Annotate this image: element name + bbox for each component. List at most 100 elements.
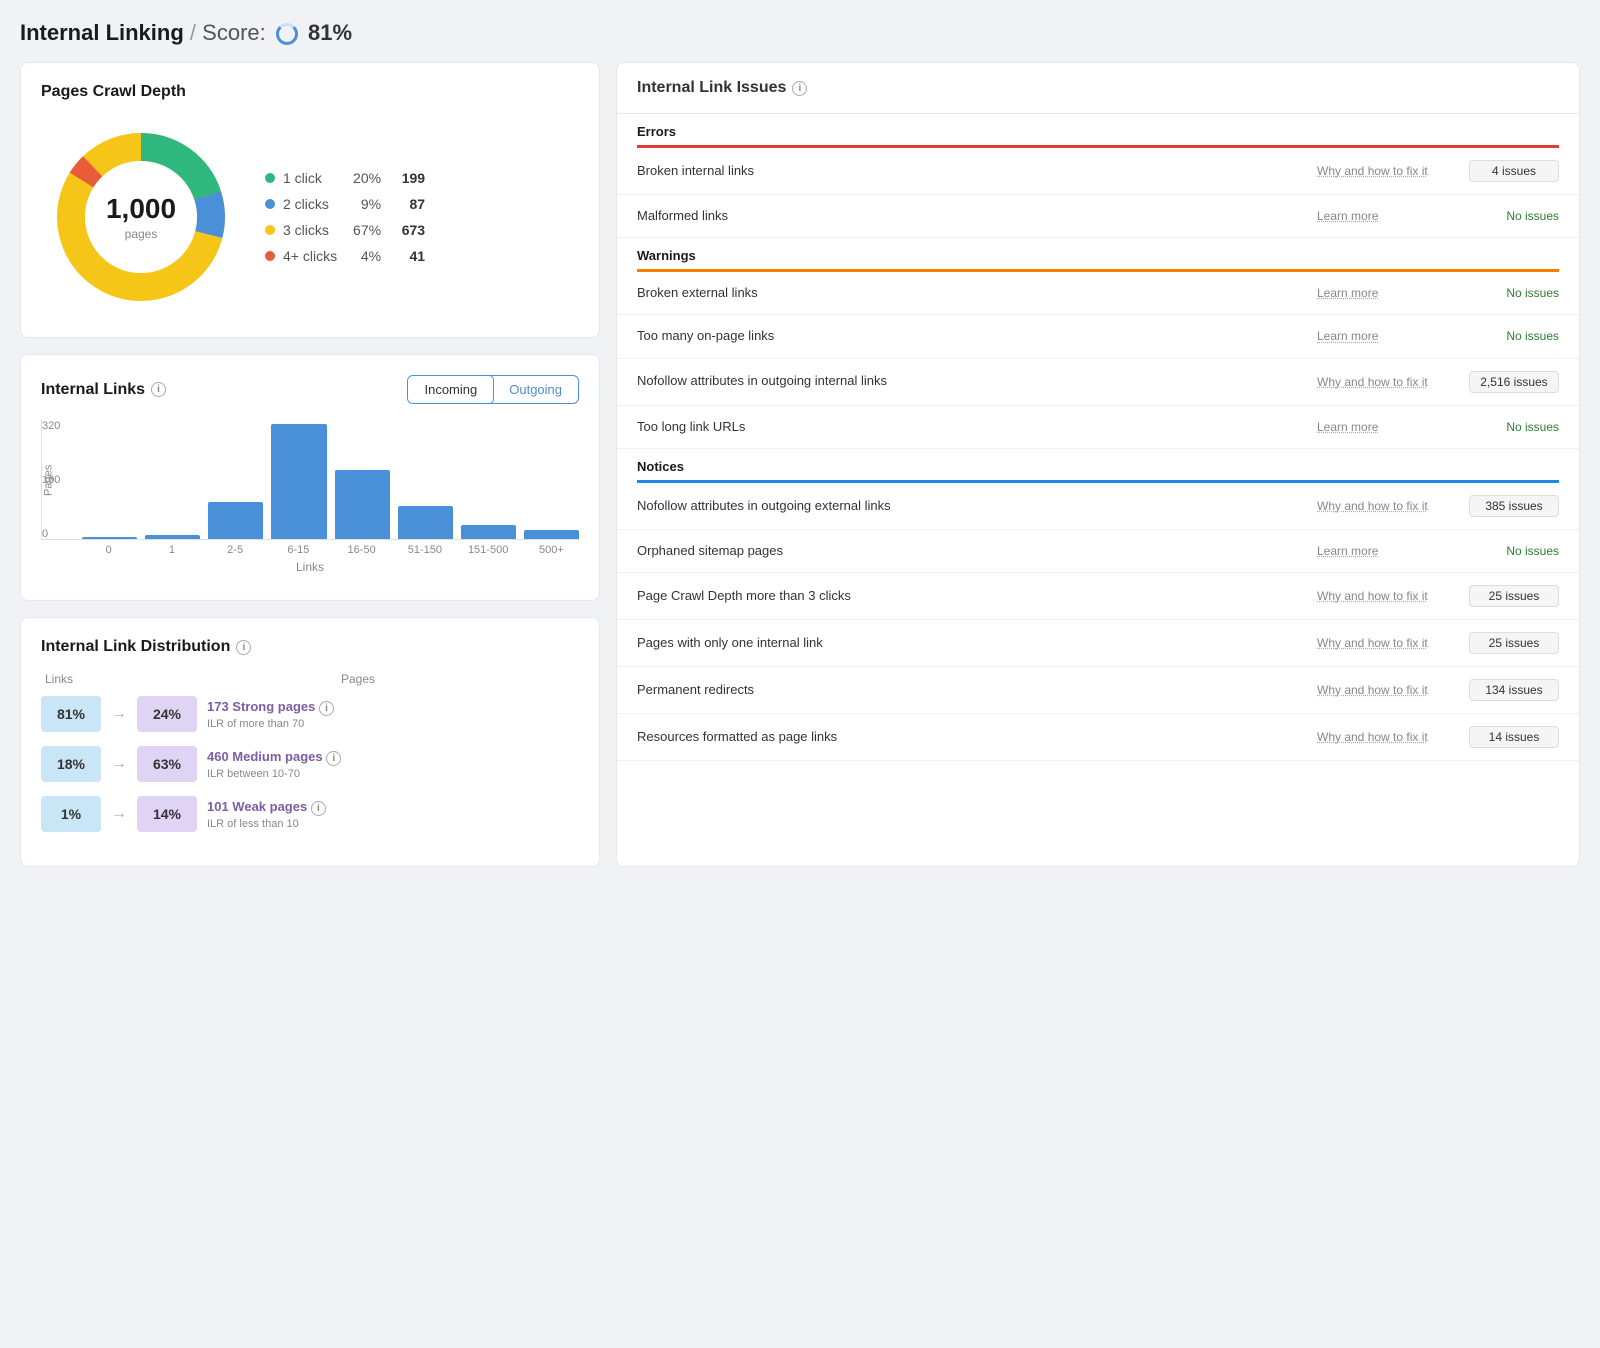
issues-info-icon[interactable]: i <box>792 81 807 96</box>
x-axis-label: 151-500 <box>461 544 516 556</box>
issue-name: Nofollow attributes in outgoing internal… <box>637 372 1305 390</box>
crawl-legend: 1 click 20% 199 2 clicks 9% 87 3 clicks … <box>265 170 425 264</box>
issue-name: Malformed links <box>637 207 1305 225</box>
section-label: Errors <box>617 114 1579 145</box>
bar-chart: 320 160 0 <box>41 420 579 540</box>
x-axis-title: Links <box>41 560 579 574</box>
issue-name: Broken internal links <box>637 162 1305 180</box>
internal-links-info-icon[interactable]: i <box>151 382 166 397</box>
crawl-depth-content: 1,000 pages 1 click 20% 199 2 clicks 9% … <box>41 117 579 317</box>
distribution-row: 81% → 24% 173 Strong pages i ILR of more… <box>41 696 579 732</box>
links-bar: 1% <box>41 796 101 832</box>
bar-item <box>82 537 137 539</box>
crawl-depth-title: Pages Crawl Depth <box>41 83 579 101</box>
issue-link[interactable]: Why and how to fix it <box>1317 375 1457 389</box>
legend-item: 1 click 20% 199 <box>265 170 425 186</box>
distribution-card: Internal Link Distribution i Links Pages… <box>20 617 600 867</box>
issue-name: Pages with only one internal link <box>637 634 1305 652</box>
issue-link[interactable]: Learn more <box>1317 420 1457 434</box>
issue-link[interactable]: Why and how to fix it <box>1317 589 1457 603</box>
issue-row: Orphaned sitemap pagesLearn moreNo issue… <box>617 530 1579 573</box>
legend-count: 41 <box>389 248 425 264</box>
issue-link[interactable]: Learn more <box>1317 544 1457 558</box>
dist-info-icon[interactable]: i <box>311 801 326 816</box>
issue-link[interactable]: Learn more <box>1317 286 1457 300</box>
distribution-title: Internal Link Distribution i <box>41 638 579 656</box>
legend-pct: 20% <box>345 170 381 186</box>
incoming-toggle[interactable]: Incoming <box>407 375 494 404</box>
crawl-depth-card: Pages Crawl Depth <box>20 62 600 338</box>
issue-status: No issues <box>1469 420 1559 434</box>
issue-link[interactable]: Why and how to fix it <box>1317 730 1457 744</box>
pages-bar: 14% <box>137 796 197 832</box>
score-circle-icon <box>276 23 298 45</box>
legend-label: 4+ clicks <box>283 248 337 264</box>
legend-item: 2 clicks 9% 87 <box>265 196 425 212</box>
y-axis-labels: 320 160 0 <box>42 420 60 540</box>
arrow-icon: → <box>111 805 127 823</box>
bar-item <box>208 502 263 539</box>
outgoing-toggle[interactable]: Outgoing <box>493 376 578 403</box>
dist-category-link[interactable]: 460 Medium pages i <box>207 749 341 766</box>
issue-row: Permanent redirects Why and how to fix it… <box>617 667 1579 714</box>
issue-badge[interactable]: 134 issues <box>1469 679 1559 701</box>
donut-chart: 1,000 pages <box>41 117 241 317</box>
issue-name: Broken external links <box>637 284 1305 302</box>
total-label: pages <box>125 227 158 241</box>
issue-link[interactable]: Why and how to fix it <box>1317 499 1457 513</box>
dist-headers: Links Pages <box>41 672 579 686</box>
total-pages: 1,000 <box>106 193 176 225</box>
dist-label: 460 Medium pages i ILR between 10-70 <box>207 749 341 780</box>
dist-info-icon[interactable]: i <box>319 701 334 716</box>
issues-sections: Errors Broken internal links Why and how t… <box>617 114 1579 761</box>
issue-badge[interactable]: 2,516 issues <box>1469 371 1559 393</box>
dist-category-link[interactable]: 101 Weak pages i <box>207 799 326 816</box>
legend-item: 4+ clicks 4% 41 <box>265 248 425 264</box>
issue-link[interactable]: Why and how to fix it <box>1317 164 1457 178</box>
issue-link[interactable]: Learn more <box>1317 329 1457 343</box>
legend-dot <box>265 199 275 209</box>
x-axis-label: 51-150 <box>397 544 452 556</box>
score-value: 81% <box>308 20 352 45</box>
links-bar: 18% <box>41 746 101 782</box>
issue-badge[interactable]: 25 issues <box>1469 585 1559 607</box>
issue-badge[interactable]: 385 issues <box>1469 495 1559 517</box>
page-title: Internal Linking <box>20 20 184 45</box>
bar-item <box>524 530 579 539</box>
issues-header: Internal Link Issues i <box>617 63 1579 114</box>
legend-pct: 67% <box>345 222 381 238</box>
pages-bar: 63% <box>137 746 197 782</box>
legend-count: 87 <box>389 196 425 212</box>
distribution-info-icon[interactable]: i <box>236 640 251 655</box>
issue-row: Broken external linksLearn moreNo issues <box>617 272 1579 315</box>
x-axis-label: 16-50 <box>334 544 389 556</box>
score-label: Score: <box>202 20 266 45</box>
issue-link[interactable]: Learn more <box>1317 209 1457 223</box>
issue-link[interactable]: Why and how to fix it <box>1317 683 1457 697</box>
dist-sublabel: ILR of less than 10 <box>207 818 326 830</box>
issue-badge[interactable]: 4 issues <box>1469 160 1559 182</box>
issue-row: Too long link URLs Learn more No issues <box>617 406 1579 449</box>
issue-link[interactable]: Why and how to fix it <box>1317 636 1457 650</box>
x-axis-label: 0 <box>81 544 136 556</box>
issue-badge[interactable]: 25 issues <box>1469 632 1559 654</box>
bar-item <box>461 525 516 539</box>
bar-chart-area: Pages 320 160 0 012-56-1516-5051-150151-… <box>41 420 579 580</box>
issue-row: Malformed linksLearn moreNo issues <box>617 195 1579 238</box>
issue-name: Permanent redirects <box>637 681 1305 699</box>
issue-badge[interactable]: 14 issues <box>1469 726 1559 748</box>
issue-row: Broken internal links Why and how to fix … <box>617 148 1579 195</box>
left-column: Pages Crawl Depth <box>20 62 600 867</box>
issue-name: Too long link URLs <box>637 418 1305 436</box>
distribution-row: 18% → 63% 460 Medium pages i ILR between… <box>41 746 579 782</box>
bar-item <box>271 424 326 539</box>
dist-info-icon[interactable]: i <box>326 751 341 766</box>
x-axis-labels: 012-56-1516-5051-150151-500500+ <box>41 544 579 556</box>
page-header: Internal Linking / Score: 81% <box>20 20 1580 46</box>
bar-item <box>398 506 453 539</box>
dist-category-link[interactable]: 173 Strong pages i <box>207 699 334 716</box>
internal-links-card: Internal Links i Incoming Outgoing Pages… <box>20 354 600 601</box>
dist-label: 173 Strong pages i ILR of more than 70 <box>207 699 334 730</box>
internal-links-header: Internal Links i Incoming Outgoing <box>41 375 579 404</box>
x-axis-label: 500+ <box>524 544 579 556</box>
